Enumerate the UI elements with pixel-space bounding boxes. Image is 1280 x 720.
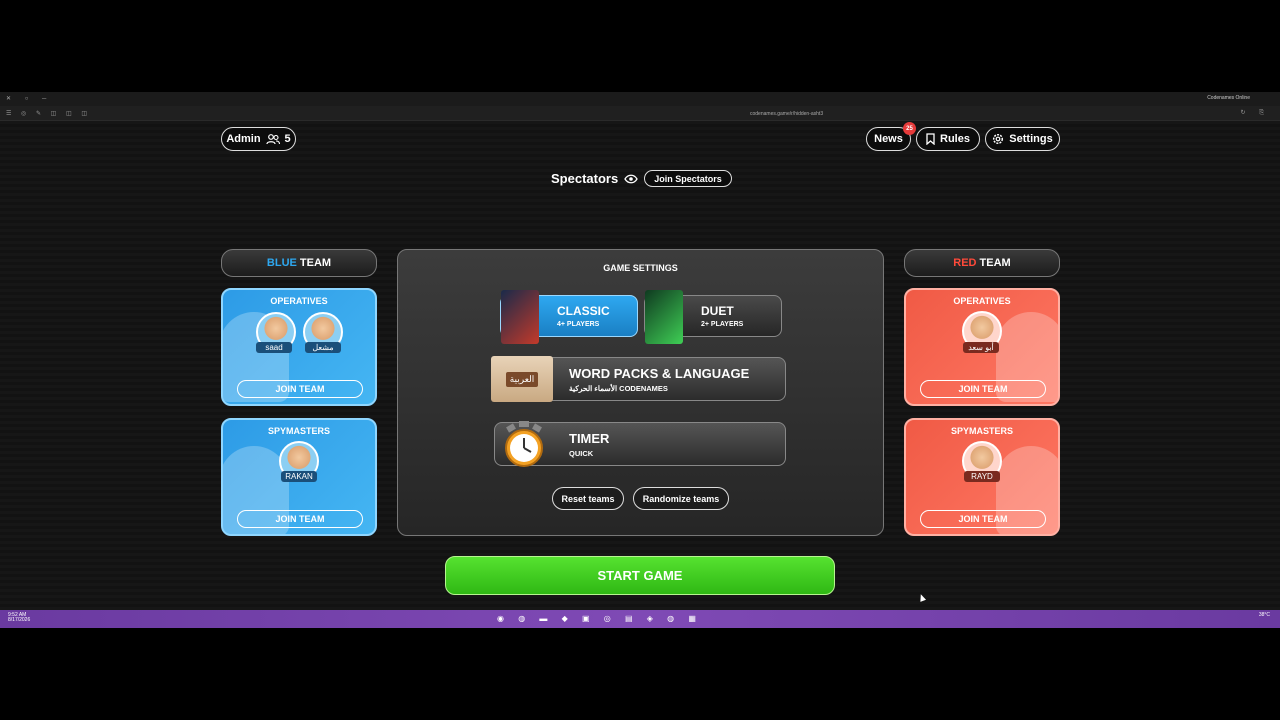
classic-box-image — [501, 290, 539, 344]
player-name: أبو سعد — [963, 342, 999, 353]
mode-name: DUET — [701, 304, 734, 318]
red-spymasters-title: SPYMASTERS — [950, 426, 1013, 436]
join-spectators-button[interactable]: Join Spectators — [644, 170, 732, 187]
blue-operatives-card: OPERATIVES saad مشعل JOIN TEAM — [221, 288, 377, 406]
settings-label: Settings — [1009, 133, 1053, 145]
start-game-button[interactable]: START GAME — [445, 556, 835, 595]
clock-date: 8/17/2026 — [8, 617, 31, 623]
rules-label: Rules — [940, 133, 970, 145]
toolbar-icons[interactable]: ☰ ◎ ✎ ◫ ◫ ◫ — [6, 110, 91, 117]
bookmark-icon — [926, 133, 935, 145]
browser-window: ✕ ○ ─ Codenames Online ☰ ◎ ✎ ◫ ◫ ◫ coden… — [0, 92, 1280, 628]
taskbar-apps[interactable]: ◉ ◍ ▬ ◆ ▣ ◎ ▤ ◈ ◍ ▦ — [497, 614, 702, 623]
mode-players: 4+ PLAYERS — [557, 321, 600, 328]
join-blue-spymasters-button[interactable]: JOIN TEAM — [237, 510, 363, 528]
word-pack-card-text: العربية — [505, 371, 539, 387]
address-bar: ☰ ◎ ✎ ◫ ◫ ◫ codenames.game/r/hidden-asht… — [0, 106, 1280, 121]
game-settings-title: GAME SETTINGS — [603, 263, 678, 273]
player-count: 5 — [284, 133, 291, 145]
mode-duet-button[interactable]: DUET 2+ PLAYERS — [644, 290, 782, 344]
red-team-header: RED TEAM — [904, 249, 1060, 277]
admin-label: Admin — [226, 133, 261, 145]
player-name: saad — [256, 342, 292, 353]
word-packs-title: WORD PACKS & LANGUAGE — [569, 365, 750, 381]
settings-button[interactable]: Settings — [985, 127, 1060, 151]
eye-icon — [624, 174, 638, 183]
weather-temp: 38°C — [1258, 612, 1270, 618]
join-red-spymasters-button[interactable]: JOIN TEAM — [920, 510, 1046, 528]
timer-button[interactable]: TIMER QUICK — [494, 421, 786, 467]
tab-bar: ✕ ○ ─ Codenames Online — [0, 92, 1280, 106]
blue-spymasters-card: SPYMASTERS RAKAN JOIN TEAM — [221, 418, 377, 536]
join-red-operatives-button[interactable]: JOIN TEAM — [920, 380, 1046, 398]
blue-operatives-title: OPERATIVES — [270, 296, 328, 306]
browser-tab[interactable]: Codenames Online — [1207, 95, 1250, 101]
blue-spymasters-title: SPYMASTERS — [267, 426, 330, 436]
news-label: News — [874, 133, 903, 145]
rules-button[interactable]: Rules — [916, 127, 980, 151]
stopwatch-icon — [505, 421, 543, 467]
player-name: RAKAN — [281, 471, 317, 482]
news-badge: 25 — [903, 122, 916, 135]
duet-box-image — [645, 290, 683, 344]
codenames-lobby: Admin 5 News 25 Rules Settings Spectator… — [0, 121, 1280, 610]
red-operatives-title: OPERATIVES — [953, 296, 1011, 306]
blue-team-header: BLUE TEAM — [221, 249, 377, 277]
word-packs-button[interactable]: العربية WORD PACKS & LANGUAGE الأسماء ال… — [491, 356, 786, 402]
taskbar-clock[interactable]: 9:52 AM 8/17/2026 — [8, 613, 30, 623]
admin-button[interactable]: Admin 5 — [221, 127, 296, 151]
news-button[interactable]: News 25 — [866, 122, 916, 151]
reset-teams-button[interactable]: Reset teams — [552, 487, 624, 510]
gear-icon — [993, 133, 1004, 145]
mouse-cursor — [917, 593, 927, 602]
player-name: مشعل — [305, 342, 341, 353]
red-spymasters-card: SPYMASTERS RAYD JOIN TEAM — [904, 418, 1060, 536]
word-pack-card-image: العربية — [491, 356, 553, 402]
randomize-teams-button[interactable]: Randomize teams — [633, 487, 729, 510]
timer-value: QUICK — [569, 448, 594, 458]
word-packs-value: الأسماء الحركية CODENAMES — [569, 383, 668, 393]
mode-players: 2+ PLAYERS — [701, 321, 744, 328]
red-team-color-word: RED — [953, 257, 977, 269]
spectators-section: Spectators Join Spectators — [551, 170, 732, 187]
timer-title: TIMER — [569, 430, 610, 446]
game-settings-panel: GAME SETTINGS CLASSIC 4+ PLAYERS DUET 2+… — [397, 249, 884, 536]
url-field[interactable]: codenames.game/r/hidden-asht3 — [750, 111, 823, 117]
blue-team-title-rest: TEAM — [296, 257, 332, 269]
weather-widget[interactable]: 38°C — [1259, 613, 1270, 618]
blue-team-color-word: BLUE — [266, 257, 297, 269]
reload-icon[interactable]: ↻ ⎘ — [1241, 109, 1271, 117]
taskbar: 9:52 AM 8/17/2026 ◉ ◍ ▬ ◆ ▣ ◎ ▤ ◈ ◍ ▦ 38… — [0, 610, 1280, 628]
window-controls[interactable]: ✕ ○ ─ — [6, 95, 52, 102]
mode-name: CLASSIC — [557, 304, 610, 318]
mode-classic-button[interactable]: CLASSIC 4+ PLAYERS — [500, 290, 638, 344]
red-team-title-rest: TEAM — [976, 257, 1011, 269]
spectators-title: Spectators — [551, 171, 619, 186]
player-name: RAYD — [964, 471, 1000, 482]
join-blue-operatives-button[interactable]: JOIN TEAM — [237, 380, 363, 398]
players-icon — [265, 133, 280, 144]
red-operatives-card: OPERATIVES أبو سعد JOIN TEAM — [904, 288, 1060, 406]
